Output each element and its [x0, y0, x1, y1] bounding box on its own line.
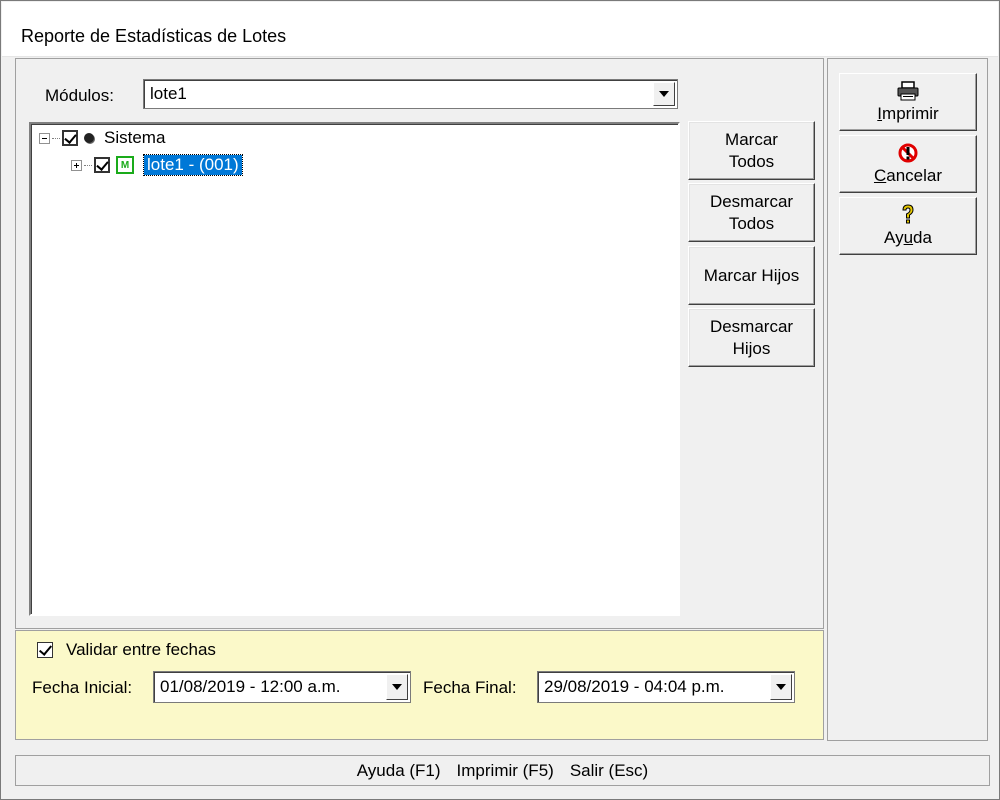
status-help-shortcut: Ayuda (F1)	[356, 760, 441, 780]
end-date-dropdown-button[interactable]	[770, 674, 792, 700]
tree-node-root[interactable]: Sistema	[39, 127, 165, 149]
help-icon	[900, 204, 916, 226]
start-date-picker[interactable]: 01/08/2019 - 12:00 a.m.	[153, 671, 411, 703]
cancel-label: Cancelar	[873, 166, 943, 185]
tree-child-label[interactable]: lote1 - (001)	[143, 154, 243, 176]
modules-dropdown-button[interactable]	[653, 82, 675, 106]
collapse-icon[interactable]	[39, 132, 50, 144]
tree-child-checkbox[interactable]	[94, 157, 110, 173]
expand-icon[interactable]	[71, 159, 82, 171]
tree-root-label: Sistema	[104, 128, 166, 147]
mark-all-button[interactable]: Marcar Todos	[688, 121, 815, 180]
end-date-value: 29/08/2019 - 04:04 p.m.	[544, 677, 725, 696]
tree-node-lote1[interactable]: M lote1 - (001)	[71, 154, 243, 176]
unmark-children-label: Desmarcar Hijos	[709, 316, 794, 358]
end-date-picker[interactable]: 29/08/2019 - 04:04 p.m.	[537, 671, 795, 703]
chevron-down-icon	[776, 684, 786, 690]
print-label: Imprimir	[877, 104, 939, 123]
validate-dates-checkbox[interactable]	[37, 642, 53, 658]
mark-children-label: Marcar Hijos	[703, 265, 800, 285]
modules-label: Módulos:	[45, 86, 114, 105]
chevron-down-icon	[659, 91, 669, 97]
module-icon: M	[116, 156, 134, 174]
cancel-button[interactable]: Cancelar	[839, 135, 977, 193]
unmark-all-button[interactable]: Desmarcar Todos	[688, 183, 815, 242]
title-bar: Reporte de Estadísticas de Lotes	[2, 2, 998, 57]
end-date-label: Fecha Final:	[423, 678, 517, 697]
tree-root-checkbox[interactable]	[62, 130, 78, 146]
printer-icon	[897, 80, 919, 102]
modules-select-value: lote1	[150, 84, 187, 103]
status-exit-shortcut: Salir (Esc)	[569, 760, 649, 780]
mark-all-label: Marcar Todos	[725, 129, 778, 171]
sphere-icon	[84, 133, 94, 143]
chevron-down-icon	[392, 684, 402, 690]
status-print-shortcut: Imprimir (F5)	[456, 760, 554, 780]
modules-select[interactable]: lote1	[143, 79, 678, 109]
window-title: Reporte de Estadísticas de Lotes	[21, 26, 287, 46]
mark-children-button[interactable]: Marcar Hijos	[688, 246, 815, 305]
start-date-value: 01/08/2019 - 12:00 a.m.	[160, 677, 341, 696]
help-button[interactable]: Ayuda	[839, 197, 977, 255]
help-label: Ayuda	[884, 228, 932, 247]
cancel-icon	[898, 142, 918, 164]
start-date-label: Fecha Inicial:	[32, 678, 133, 697]
print-button[interactable]: Imprimir	[839, 73, 977, 131]
start-date-dropdown-button[interactable]	[386, 674, 408, 700]
status-bar: Ayuda (F1) Imprimir (F5) Salir (Esc)	[15, 755, 990, 786]
modules-tree[interactable]: Sistema M lote1 - (001)	[29, 122, 680, 616]
unmark-children-button[interactable]: Desmarcar Hijos	[688, 308, 815, 367]
validate-dates-label[interactable]: Validar entre fechas	[66, 640, 216, 660]
unmark-all-label: Desmarcar Todos	[709, 191, 794, 233]
